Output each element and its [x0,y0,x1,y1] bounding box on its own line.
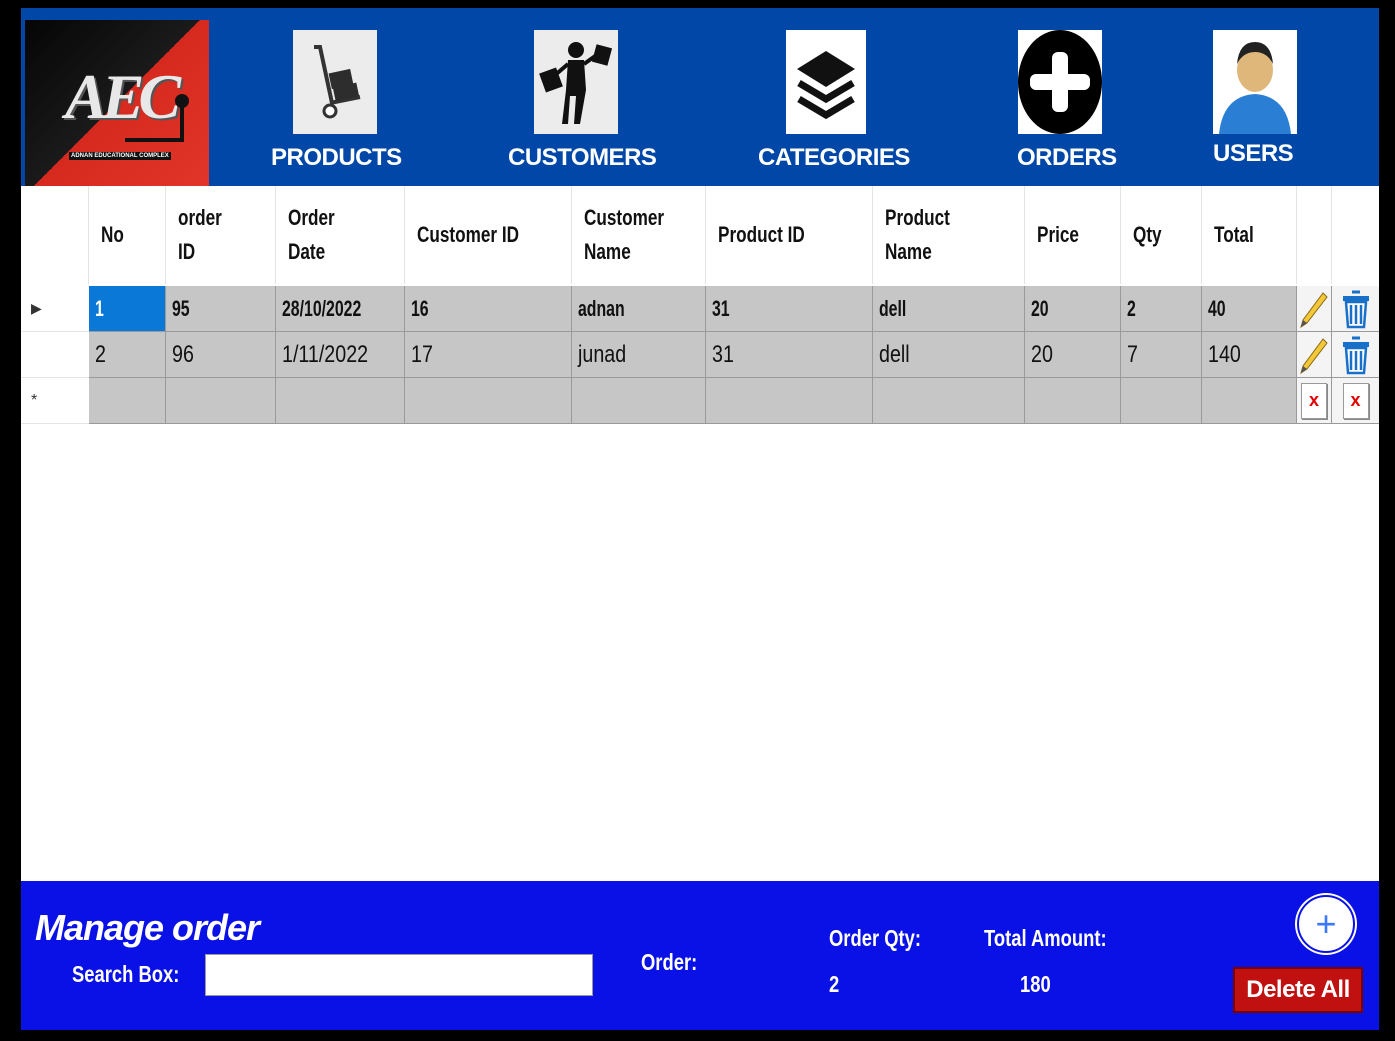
total-amount-label: Total Amount: [984,925,1107,951]
table-cell[interactable] [89,378,166,424]
delete-all-button[interactable]: Delete All [1233,967,1363,1013]
new-row-indicator: * [21,378,89,424]
header-bar: AEC ADNAN EDUCATIONAL COMPLEX PRODUCTS C… [21,8,1379,186]
column-header[interactable]: Qty [1121,186,1202,284]
table-cell[interactable] [1202,378,1297,424]
nav-products-label: PRODUCTS [271,144,402,171]
user-icon [1213,30,1297,134]
table-cell[interactable]: 28/10/2022 [276,286,405,332]
table-cell[interactable]: 31 [706,286,873,332]
table-cell[interactable] [873,378,1025,424]
order-qty-label: Order Qty: [829,925,922,951]
grid-header: No order ID Order Date Customer ID Custo… [21,186,1379,284]
nav-categories[interactable]: CATEGORIES [758,8,910,186]
table-cell[interactable] [572,378,706,424]
delete-row-button[interactable] [1332,332,1379,378]
placeholder-image-cell[interactable]: x [1332,378,1379,424]
missing-image-icon: x [1342,382,1369,419]
trash-icon [1342,336,1369,374]
pencil-icon [1300,291,1328,328]
table-cell[interactable]: 96 [166,332,276,378]
column-header[interactable]: No [89,186,166,284]
table-cell[interactable]: junad [572,332,706,378]
nav-users[interactable]: USERS [1213,8,1313,186]
app-logo: AEC ADNAN EDUCATIONAL COMPLEX [25,20,209,186]
shopper-icon [534,30,618,134]
footer-panel: Manage order Search Box: Order: Order Qt… [21,881,1379,1030]
nav-categories-label: CATEGORIES [758,144,910,171]
logo-subtitle: ADNAN EDUCATIONAL COMPLEX [69,152,171,160]
table-cell[interactable]: 31 [706,332,873,378]
search-input[interactable] [205,954,593,996]
search-label: Search Box: [72,961,180,987]
missing-image-icon: x [1301,382,1327,419]
column-header[interactable]: Total [1202,186,1297,284]
logo-text: AEC [65,61,181,132]
table-cell[interactable]: 1 [89,286,166,332]
nav-orders-label: ORDERS [1017,144,1117,171]
table-cell[interactable]: 2 [89,332,166,378]
column-header[interactable]: order ID [166,186,276,284]
edit-button[interactable] [1297,332,1332,378]
add-circle-icon [1018,30,1102,134]
column-header[interactable]: Price [1025,186,1121,284]
table-cell[interactable]: 1/11/2022 [276,332,405,378]
table-cell[interactable]: 20 [1025,286,1121,332]
delete-row-button[interactable] [1332,286,1379,332]
table-cell[interactable]: 95 [166,286,276,332]
order-qty-value: 2 [829,971,840,997]
orders-window: AEC ADNAN EDUCATIONAL COMPLEX PRODUCTS C… [21,8,1379,1030]
layers-icon [786,30,866,134]
table-cell[interactable]: 20 [1025,332,1121,378]
table-cell[interactable]: 40 [1202,286,1297,332]
table-cell[interactable] [405,378,572,424]
table-cell[interactable]: 17 [405,332,572,378]
nav-customers-label: CUSTOMERS [508,144,657,171]
column-header[interactable]: Customer Name [572,186,706,284]
table-cell[interactable] [1121,378,1202,424]
table-cell[interactable]: dell [873,286,1025,332]
table-cell[interactable] [276,378,405,424]
plus-icon: + [1315,903,1337,944]
current-row-indicator: ▶ [21,286,89,332]
nav-customers[interactable]: CUSTOMERS [508,8,658,186]
nav-users-label: USERS [1213,140,1294,167]
placeholder-image-cell[interactable]: x [1297,378,1332,424]
page-title: Manage order [35,907,260,948]
pencil-icon [1300,337,1328,374]
trash-icon [1342,290,1369,328]
table-cell[interactable] [706,378,873,424]
table-cell[interactable] [1025,378,1121,424]
add-order-button[interactable]: + [1297,895,1355,953]
nav-orders[interactable]: ORDERS [1017,8,1127,186]
order-label: Order: [641,949,698,975]
table-row[interactable]: 2 96 1/11/2022 17 junad 31 dell 20 7 140 [21,332,1379,378]
nav-products[interactable]: PRODUCTS [271,8,402,186]
table-cell[interactable]: 7 [1121,332,1202,378]
table-cell[interactable]: adnan [572,286,706,332]
table-cell[interactable] [166,378,276,424]
column-header[interactable]: Product Name [873,186,1025,284]
total-amount-value: 180 [1020,971,1051,997]
table-cell[interactable]: 140 [1202,332,1297,378]
column-header[interactable]: Order Date [276,186,405,284]
table-cell[interactable]: dell [873,332,1025,378]
table-row[interactable]: ▶ 1 95 28/10/2022 16 adnan 31 dell 20 2 … [21,286,1379,332]
table-cell[interactable]: 16 [405,286,572,332]
new-row[interactable]: * x x [21,378,1379,424]
hand-truck-icon [293,30,377,134]
column-header[interactable]: Customer ID [405,186,572,284]
column-header[interactable]: Product ID [706,186,873,284]
edit-button[interactable] [1297,286,1332,332]
table-cell[interactable]: 2 [1121,286,1202,332]
